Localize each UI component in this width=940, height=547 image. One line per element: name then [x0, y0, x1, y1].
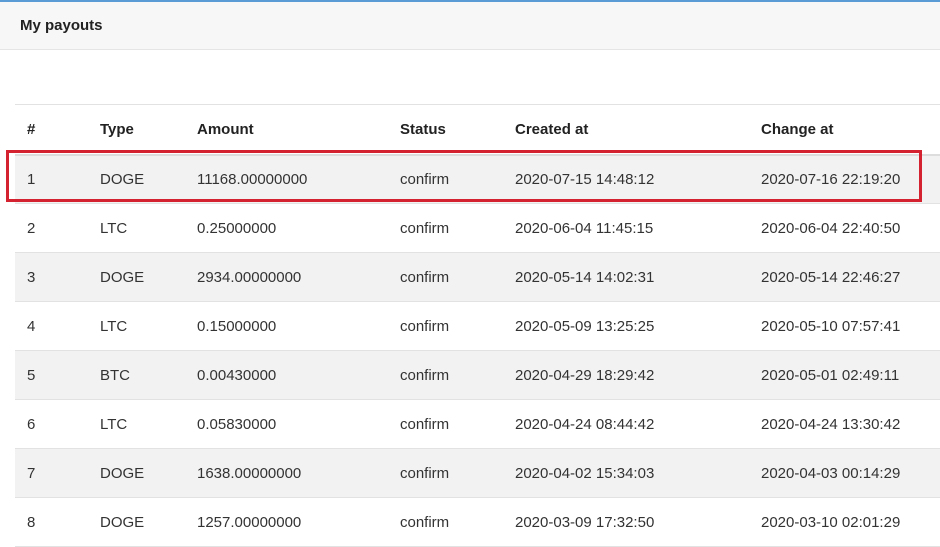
cell-type: LTC [100, 415, 128, 433]
cell-status: confirm [400, 317, 450, 335]
cell-change-at: 2020-05-14 22:46:27 [761, 268, 901, 286]
cell-type: DOGE [100, 268, 145, 286]
cell-created-at: 2020-05-14 14:02:31 [515, 268, 655, 286]
cell-number: 3 [27, 268, 36, 286]
cell-number: 7 [27, 464, 36, 482]
table-row: 7 DOGE 1638.00000000 confirm 2020-04-02 … [15, 448, 940, 498]
table-row: 6 LTC 0.05830000 confirm 2020-04-24 08:4… [15, 400, 940, 449]
cell-change-at: 2020-07-16 22:19:20 [761, 170, 901, 188]
cell-type: DOGE [100, 464, 145, 482]
cell-status: confirm [400, 170, 450, 188]
cell-amount: 0.00430000 [197, 366, 277, 384]
cell-type: BTC [100, 366, 130, 384]
cell-created-at: 2020-07-15 14:48:12 [515, 170, 655, 188]
table-body: 1 DOGE 11168.00000000 confirm 2020-07-15… [15, 154, 940, 547]
cell-type: DOGE [100, 170, 145, 188]
cell-number: 4 [27, 317, 36, 335]
cell-amount: 1257.00000000 [197, 513, 302, 531]
cell-type: LTC [100, 317, 128, 335]
cell-number: 5 [27, 366, 36, 384]
cell-amount: 11168.00000000 [197, 170, 308, 188]
table-header: # Type Amount Status Created at Change a… [15, 104, 940, 155]
cell-status: confirm [400, 415, 450, 433]
cell-change-at: 2020-04-24 13:30:42 [761, 415, 901, 433]
cell-amount: 1638.00000000 [197, 464, 302, 482]
cell-created-at: 2020-06-04 11:45:15 [515, 219, 654, 237]
cell-number: 1 [27, 170, 36, 188]
table-row: 3 DOGE 2934.00000000 confirm 2020-05-14 … [15, 252, 940, 302]
cell-created-at: 2020-03-09 17:32:50 [515, 513, 655, 531]
table-row: 1 DOGE 11168.00000000 confirm 2020-07-15… [15, 154, 940, 204]
table-row: 4 LTC 0.15000000 confirm 2020-05-09 13:2… [15, 302, 940, 351]
cell-amount: 2934.00000000 [197, 268, 302, 286]
cell-created-at: 2020-04-02 15:34:03 [515, 464, 655, 482]
panel-header: My payouts [0, 2, 940, 50]
column-header-change-at: Change at [761, 120, 834, 138]
table-row: 2 LTC 0.25000000 confirm 2020-06-04 11:4… [15, 204, 940, 253]
column-header-type: Type [100, 120, 134, 138]
cell-created-at: 2020-05-09 13:25:25 [515, 317, 655, 335]
cell-change-at: 2020-04-03 00:14:29 [761, 464, 901, 482]
column-header-amount: Amount [197, 120, 254, 138]
cell-created-at: 2020-04-29 18:29:42 [515, 366, 655, 384]
cell-amount: 0.25000000 [197, 219, 277, 237]
cell-change-at: 2020-05-10 07:57:41 [761, 317, 901, 335]
column-header-status: Status [400, 120, 446, 138]
cell-number: 8 [27, 513, 36, 531]
cell-change-at: 2020-06-04 22:40:50 [761, 219, 901, 237]
column-header-created-at: Created at [515, 120, 589, 138]
page-title: My payouts [20, 17, 103, 34]
cell-type: DOGE [100, 513, 145, 531]
cell-status: confirm [400, 268, 450, 286]
cell-type: LTC [100, 219, 128, 237]
cell-number: 6 [27, 415, 36, 433]
cell-created-at: 2020-04-24 08:44:42 [515, 415, 655, 433]
payouts-table: # Type Amount Status Created at Change a… [15, 104, 940, 547]
table-header-row: # Type Amount Status Created at Change a… [15, 104, 940, 155]
cell-change-at: 2020-05-01 02:49:11 [761, 366, 900, 384]
column-header-number: # [27, 120, 36, 138]
cell-status: confirm [400, 366, 450, 384]
cell-amount: 0.05830000 [197, 415, 277, 433]
table-row: 5 BTC 0.00430000 confirm 2020-04-29 18:2… [15, 350, 940, 400]
cell-change-at: 2020-03-10 02:01:29 [761, 513, 901, 531]
cell-status: confirm [400, 219, 450, 237]
cell-number: 2 [27, 219, 36, 237]
table-row: 8 DOGE 1257.00000000 confirm 2020-03-09 … [15, 498, 940, 547]
cell-status: confirm [400, 513, 450, 531]
cell-amount: 0.15000000 [197, 317, 277, 335]
cell-status: confirm [400, 464, 450, 482]
